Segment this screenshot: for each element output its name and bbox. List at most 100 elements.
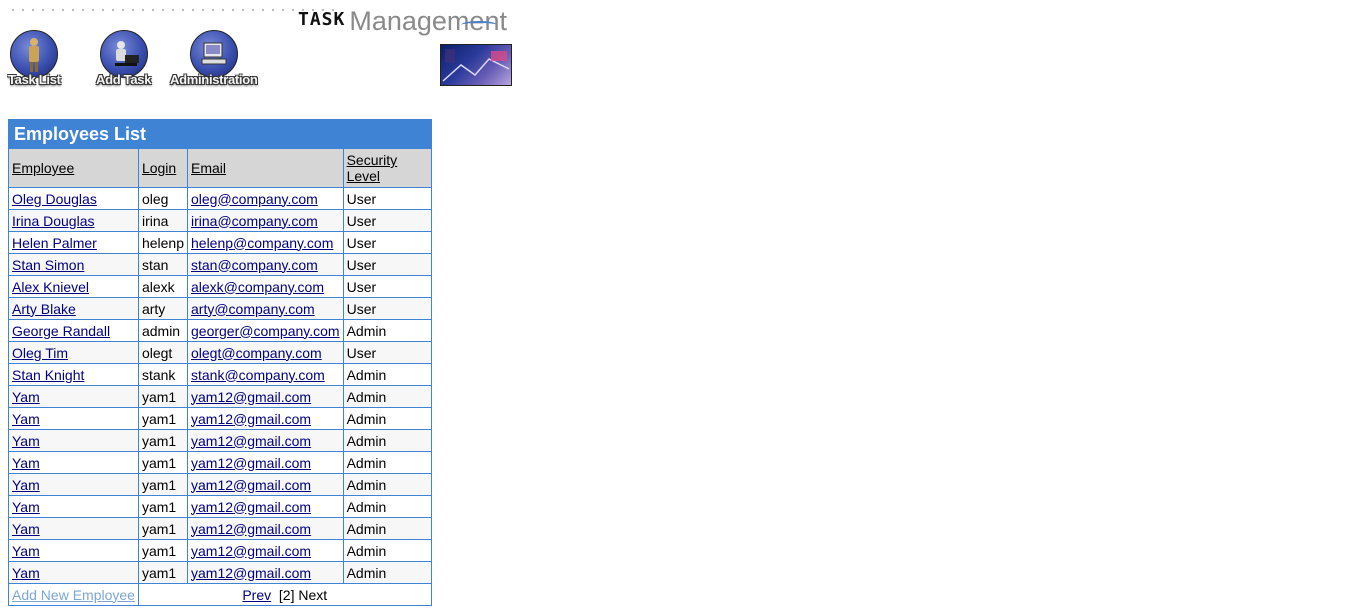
employee-name-link[interactable]: Arty Blake (12, 301, 76, 317)
add-task-icon (99, 30, 148, 78)
employee-email-link[interactable]: irina@company.com (191, 213, 318, 229)
employee-email-link[interactable]: yam12@gmail.com (191, 411, 311, 427)
employee-name-link[interactable]: Yam (12, 389, 40, 405)
employee-email-link[interactable]: yam12@gmail.com (191, 455, 311, 471)
employee-email-link[interactable]: stank@company.com (191, 367, 325, 383)
employee-email-link[interactable]: georger@company.com (191, 323, 340, 339)
employee-name-link[interactable]: George Randall (12, 323, 110, 339)
table-row: Yam yam1 yam12@gmail.com Admin (8, 429, 432, 452)
employee-name-link[interactable]: Stan Knight (12, 367, 84, 383)
employee-security-level: Admin (346, 366, 387, 383)
employee-name-link[interactable]: Stan Simon (12, 257, 84, 273)
employee-security-level: Admin (346, 432, 387, 449)
employee-name-link[interactable]: Helen Palmer (12, 235, 97, 251)
employee-login: admin (141, 322, 181, 339)
employee-name-link[interactable]: Irina Douglas (12, 213, 95, 229)
administration-icon (189, 30, 238, 78)
table-row: Arty Blake arty arty@company.com User (8, 297, 432, 320)
employee-security-level: Admin (346, 454, 387, 471)
employee-login: yam1 (141, 410, 177, 427)
add-new-employee-link[interactable]: Add New Employee (12, 587, 135, 603)
employee-login: yam1 (141, 454, 177, 471)
app-logo: TASK Management (298, 2, 507, 36)
employee-email-link[interactable]: helenp@company.com (191, 235, 333, 251)
employee-security-level: User (346, 234, 377, 251)
employee-email-link[interactable]: yam12@gmail.com (191, 499, 311, 515)
sort-login-link[interactable]: Login (142, 160, 176, 176)
nav-task-list-button[interactable]: Task List (8, 30, 61, 87)
employee-login: stan (141, 256, 169, 273)
employee-login: yam1 (141, 388, 177, 405)
sort-email-link[interactable]: Email (191, 160, 226, 176)
task-list-icon (10, 30, 59, 78)
table-row: Yam yam1 yam12@gmail.com Admin (8, 451, 432, 474)
table-row: Yam yam1 yam12@gmail.com Admin (8, 517, 432, 540)
employee-login: olegt (141, 344, 173, 361)
employee-name-link[interactable]: Yam (12, 433, 40, 449)
employees-table: Employees List Employee Login Email Secu… (8, 119, 432, 606)
sort-employee-link[interactable]: Employee (12, 160, 74, 176)
nav-task-list-label: Task List (8, 72, 61, 87)
employee-name-link[interactable]: Yam (12, 565, 40, 581)
current-page: [2] (278, 586, 295, 603)
employee-name-link[interactable]: Alex Knievel (12, 279, 89, 295)
employee-name-link[interactable]: Oleg Tim (12, 345, 68, 361)
table-row: Yam yam1 yam12@gmail.com Admin (8, 473, 432, 496)
table-row: Oleg Tim olegt olegt@company.com User (8, 341, 432, 364)
nav-administration-button[interactable]: Administration (170, 30, 258, 87)
employee-security-level: Admin (346, 388, 387, 405)
employee-email-link[interactable]: oleg@company.com (191, 191, 318, 207)
employee-name-link[interactable]: Yam (12, 543, 40, 559)
employee-login: alexk (141, 278, 175, 295)
employee-security-level: Admin (346, 410, 387, 427)
table-row: Oleg Douglas oleg oleg@company.com User (8, 187, 432, 210)
employee-login: yam1 (141, 564, 177, 581)
employee-login: arty (141, 300, 166, 317)
employee-email-link[interactable]: yam12@gmail.com (191, 389, 311, 405)
employee-security-level: User (346, 256, 377, 273)
employee-email-link[interactable]: yam12@gmail.com (191, 433, 311, 449)
sort-security-level-link[interactable]: Security Level (347, 152, 398, 184)
table-row: Yam yam1 yam12@gmail.com Admin (8, 495, 432, 518)
table-row: Stan Knight stank stank@company.com Admin (8, 363, 432, 386)
employee-email-link[interactable]: yam12@gmail.com (191, 477, 311, 493)
employee-email-link[interactable]: yam12@gmail.com (191, 521, 311, 537)
employee-security-level: Admin (346, 542, 387, 559)
employee-name-link[interactable]: Yam (12, 411, 40, 427)
employee-login: yam1 (141, 542, 177, 559)
nav-administration-label: Administration (170, 72, 258, 87)
employee-email-link[interactable]: olegt@company.com (191, 345, 322, 361)
employee-name-link[interactable]: Yam (12, 477, 40, 493)
table-title: Employees List (8, 119, 432, 149)
table-row: Yam yam1 yam12@gmail.com Admin (8, 385, 432, 408)
banner-image (440, 44, 512, 86)
logo-task-text: TASK (298, 9, 346, 30)
employee-security-level: User (346, 190, 377, 207)
table-row: Yam yam1 yam12@gmail.com Admin (8, 539, 432, 562)
next-page-label: Next (298, 586, 328, 603)
table-row: Alex Knievel alexk alexk@company.com User (8, 275, 432, 298)
table-row: Irina Douglas irina irina@company.com User (8, 209, 432, 232)
employee-security-level: Admin (346, 498, 387, 515)
employee-security-level: Admin (346, 476, 387, 493)
nav-add-task-button[interactable]: Add Task (96, 30, 151, 87)
employee-security-level: User (346, 278, 377, 295)
nav-add-task-label: Add Task (96, 72, 152, 87)
logo-swoosh (460, 21, 497, 29)
prev-page-link[interactable]: Prev (242, 587, 271, 603)
employee-login: yam1 (141, 432, 177, 449)
employee-name-link[interactable]: Oleg Douglas (12, 191, 97, 207)
employee-email-link[interactable]: yam12@gmail.com (191, 543, 311, 559)
employee-login: yam1 (141, 498, 177, 515)
table-row: George Randall admin georger@company.com Ad… (8, 319, 432, 342)
employee-name-link[interactable]: Yam (12, 455, 40, 471)
employee-email-link[interactable]: stan@company.com (191, 257, 318, 273)
employee-email-link[interactable]: yam12@gmail.com (191, 565, 311, 581)
employee-name-link[interactable]: Yam (12, 499, 40, 515)
employee-email-link[interactable]: arty@company.com (191, 301, 315, 317)
employee-security-level: Admin (346, 520, 387, 537)
employee-email-link[interactable]: alexk@company.com (191, 279, 324, 295)
employee-name-link[interactable]: Yam (12, 521, 40, 537)
table-row: Yam yam1 yam12@gmail.com Admin (8, 407, 432, 430)
table-row: Stan Simon stan stan@company.com User (8, 253, 432, 276)
